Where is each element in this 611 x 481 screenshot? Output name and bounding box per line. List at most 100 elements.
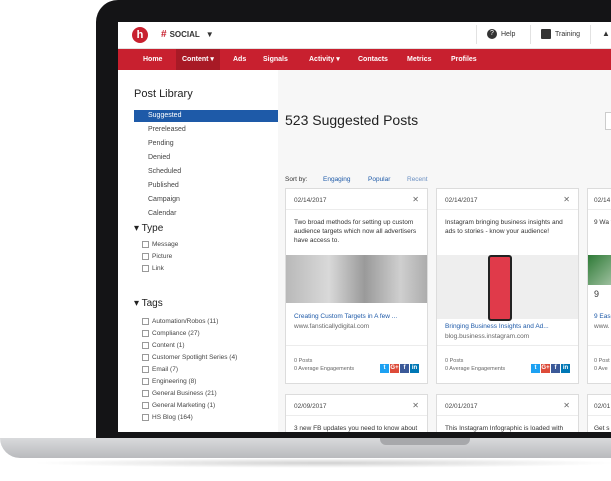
tag-item[interactable]: Engineering (8) [142, 378, 196, 385]
laptop-notch [380, 438, 470, 445]
post-image [286, 255, 427, 303]
divider [588, 415, 611, 416]
brand-logo[interactable]: h [132, 27, 148, 43]
options-button[interactable] [605, 112, 611, 130]
post-date: 02/14/2017 [294, 197, 327, 204]
library-denied[interactable]: Denied [148, 154, 170, 161]
page-title: 523 Suggested Posts [285, 112, 419, 128]
tag-item[interactable]: General Business (21) [142, 390, 217, 397]
tag-item[interactable]: HS Blog (164) [142, 414, 193, 421]
account-switcher[interactable]: # SOCIAL ▼ [161, 29, 214, 40]
nav-activity[interactable]: Activity ▾ [309, 49, 340, 70]
tag-item[interactable]: Content (1) [142, 342, 185, 349]
training-label: Training [555, 31, 581, 38]
type-picture[interactable]: Picture [142, 253, 172, 260]
tags-heading[interactable]: ▾ Tags [134, 298, 163, 309]
post-domain: blog.business.instagram.com [445, 333, 530, 340]
tag-item[interactable]: Email (7) [142, 366, 178, 373]
checkbox[interactable] [142, 378, 149, 385]
tag-label: Email (7) [152, 366, 179, 374]
post-text: Instagram bringing business insights and… [445, 219, 563, 235]
nav-activity-label: Activity [309, 56, 335, 63]
library-pending[interactable]: Pending [148, 140, 174, 147]
post-card[interactable]: 02/09/2017 ✕ 3 new FB updates you need t… [285, 394, 428, 432]
post-link[interactable]: Bringing Business Insights and Ad... [445, 323, 549, 330]
checkbox[interactable] [142, 330, 149, 337]
post-card[interactable]: 02/14/2017 ✕ Instagram bringing business… [436, 188, 579, 384]
library-prereleased[interactable]: Prereleased [148, 126, 186, 133]
close-icon[interactable]: ✕ [412, 195, 419, 204]
tag-item[interactable]: Automation/Robos (11) [142, 318, 218, 325]
checkbox[interactable] [142, 318, 149, 325]
laptop-base [0, 438, 611, 458]
tag-item[interactable]: Compliance (27) [142, 330, 200, 337]
sort-popular[interactable]: Popular [368, 176, 390, 183]
divider [286, 209, 427, 210]
nav-ads[interactable]: Ads [233, 49, 246, 70]
checkbox[interactable] [142, 402, 149, 409]
post-link[interactable]: Creating Custom Targets in A few ... [294, 313, 397, 320]
divider [286, 415, 427, 416]
post-link[interactable]: 9 Eas [594, 313, 611, 320]
linkedin-icon[interactable]: in [410, 364, 419, 373]
checkbox[interactable] [142, 366, 149, 373]
help-label: Help [501, 31, 516, 38]
post-card[interactable]: 02/14 9 Wa for Ne 9 9 Eas www. 0 Post 0 … [587, 188, 611, 384]
post-date: 02/01 [594, 403, 611, 410]
checkbox[interactable] [142, 253, 149, 260]
collapse-caret-icon: ▾ [134, 223, 142, 234]
post-card[interactable]: 02/01/2017 ✕ This Instagram Infographic … [436, 394, 579, 432]
nav-content-label: Content [182, 56, 209, 63]
facebook-icon[interactable]: f [551, 364, 560, 373]
checkbox[interactable] [142, 241, 149, 248]
nav-metrics[interactable]: Metrics [407, 49, 432, 70]
type-heading[interactable]: ▾ Type [134, 223, 163, 234]
checkbox[interactable] [142, 414, 149, 421]
nav-profiles[interactable]: Profiles [451, 49, 477, 70]
sidebar: Post Library Suggested Prereleased Pendi… [118, 70, 278, 432]
post-card[interactable]: 02/01 Get s it's ne [587, 394, 611, 432]
type-link[interactable]: Link [142, 265, 164, 272]
checkbox[interactable] [142, 390, 149, 397]
posts-count: 0 Posts [294, 358, 313, 364]
checkbox[interactable] [142, 265, 149, 272]
google-plus-icon[interactable]: G+ [390, 364, 399, 373]
main-nav: Home Content ▾ Ads Signals Activity ▾ Co… [118, 49, 611, 70]
post-text: Two broad methods for setting up custom … [294, 219, 417, 244]
nav-home[interactable]: Home [143, 49, 162, 70]
twitter-icon[interactable]: t [380, 364, 389, 373]
sort-recent[interactable]: Recent [407, 176, 428, 183]
tag-label: Engineering (8) [152, 378, 197, 386]
library-scheduled[interactable]: Scheduled [148, 168, 181, 175]
checkbox[interactable] [142, 354, 149, 361]
library-campaign[interactable]: Campaign [148, 196, 180, 203]
checkbox[interactable] [142, 342, 149, 349]
divider [437, 209, 578, 210]
collapse-caret-icon: ▾ [134, 298, 142, 309]
caret-down-icon: ▼ [205, 30, 214, 39]
sort-engaging[interactable]: Engaging [323, 176, 350, 183]
tag-item[interactable]: General Marketing (1) [142, 402, 215, 409]
post-library-title: Post Library [134, 88, 193, 100]
type-message[interactable]: Message [142, 241, 178, 248]
twitter-icon[interactable]: t [531, 364, 540, 373]
nav-signals[interactable]: Signals [263, 49, 288, 70]
notifications-button[interactable]: ▲N [590, 25, 611, 44]
close-icon[interactable]: ✕ [412, 401, 419, 410]
google-plus-icon[interactable]: G+ [541, 364, 550, 373]
post-card[interactable]: 02/14/2017 ✕ Two broad methods for setti… [285, 188, 428, 384]
close-icon[interactable]: ✕ [563, 401, 570, 410]
nav-contacts[interactable]: Contacts [358, 49, 388, 70]
tag-item[interactable]: Customer Spotlight Series (4) [142, 354, 237, 361]
type-link-label: Link [152, 265, 164, 273]
facebook-icon[interactable]: f [400, 364, 409, 373]
library-published[interactable]: Published [148, 182, 179, 189]
nav-content[interactable]: Content ▾ [176, 49, 220, 70]
post-date: 02/14 [594, 197, 611, 204]
library-suggested[interactable]: Suggested [134, 110, 278, 122]
close-icon[interactable]: ✕ [563, 195, 570, 204]
linkedin-icon[interactable]: in [561, 364, 570, 373]
account-name: SOCIAL [169, 30, 200, 39]
post-text: Get s it's ne [594, 425, 611, 432]
library-calendar[interactable]: Calendar [148, 210, 176, 217]
